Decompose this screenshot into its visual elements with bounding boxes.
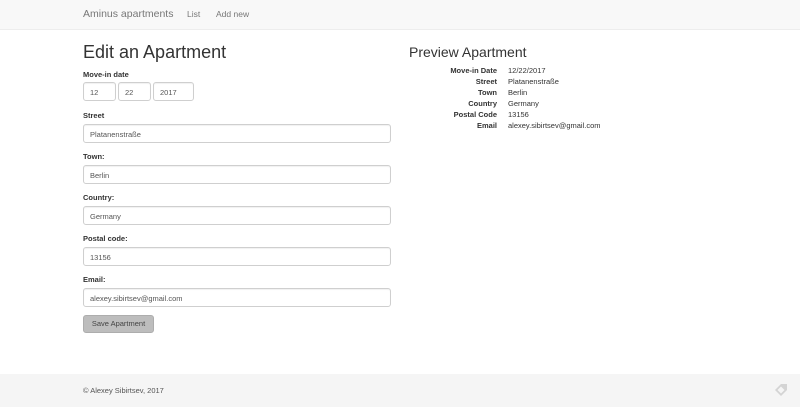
preview-value-street: Platanenstraße <box>508 77 559 86</box>
brand-link[interactable]: Aminus apartments <box>83 8 173 20</box>
country-label: Country: <box>83 193 115 202</box>
navbar: Aminus apartments List Add new <box>0 0 800 30</box>
footer: © Alexey Sibirtsev, 2017 <box>0 374 800 407</box>
country-input[interactable]: Germany <box>83 206 391 225</box>
edit-form-title: Edit an Apartment <box>83 42 227 62</box>
footer-copyright: © Alexey Sibirtsev, 2017 <box>83 386 164 395</box>
street-input[interactable]: Platanenstraße <box>83 124 391 143</box>
preview-value-postal-code: 13156 <box>508 110 529 119</box>
preview-value-move-in-date: 12/22/2017 <box>508 66 546 75</box>
preview-key-postal-code: Postal Code <box>453 110 497 119</box>
nav-link-add-new[interactable]: Add new <box>216 9 249 19</box>
preview-key-country: Country <box>468 99 497 108</box>
street-label: Street <box>83 111 105 120</box>
preview-title: Preview Apartment <box>409 44 527 60</box>
move-in-date-label: Move-in date <box>83 70 129 79</box>
preview-value-country: Germany <box>508 99 539 108</box>
email-label: Email: <box>83 275 106 284</box>
preview-key-move-in-date: Move-in Date <box>450 66 497 75</box>
move-in-year-input[interactable]: 2017 <box>153 82 194 101</box>
move-in-month-input[interactable]: 12 <box>83 82 116 101</box>
preview-key-town: Town <box>477 88 497 97</box>
town-label: Town: <box>83 152 105 161</box>
preview-value-email: alexey.sibirtsev@gmail.com <box>508 121 601 130</box>
preview-key-street: Street <box>475 77 497 86</box>
preview-key-email: Email <box>476 121 497 130</box>
save-apartment-button[interactable]: Save Apartment <box>83 315 154 333</box>
town-input[interactable]: Berlin <box>83 165 391 184</box>
preview-value-town: Berlin <box>508 88 528 97</box>
move-in-day-input[interactable]: 22 <box>118 82 151 101</box>
tag-icon <box>775 384 787 396</box>
postal-code-input[interactable]: 13156 <box>83 247 391 266</box>
email-input[interactable]: alexey.sibirtsev@gmail.com <box>83 288 391 307</box>
postal-code-label: Postal code: <box>83 234 128 243</box>
nav-link-list[interactable]: List <box>187 9 200 19</box>
